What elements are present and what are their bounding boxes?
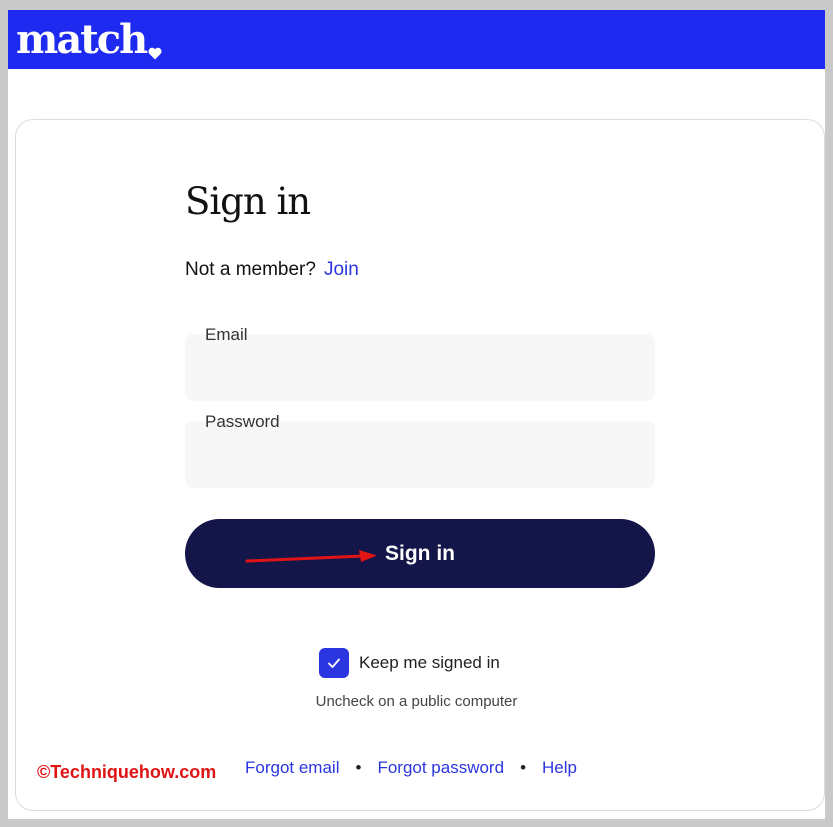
password-field[interactable]: Password — [185, 412, 655, 488]
check-icon — [328, 658, 340, 668]
email-field[interactable]: Email — [185, 325, 655, 401]
public-computer-hint: Uncheck on a public computer — [315, 693, 518, 710]
separator-dot: • — [520, 758, 527, 777]
separator-dot: • — [355, 758, 362, 777]
not-member-text: Not a member? — [185, 259, 316, 280]
member-prompt: Not a member? Join — [185, 259, 359, 281]
help-link[interactable]: Help — [542, 758, 577, 778]
forgot-password-link[interactable]: Forgot password — [377, 758, 504, 778]
join-link[interactable]: Join — [324, 259, 359, 280]
heart-icon — [148, 23, 162, 70]
match-logo[interactable]: match — [16, 10, 162, 69]
page-frame: match Sign in Not a member? Join Email Pa… — [8, 10, 825, 819]
keep-signed-in-checkbox[interactable] — [319, 648, 349, 678]
email-input[interactable] — [185, 334, 655, 401]
red-arrow-annotation — [245, 550, 377, 563]
page-title: Sign in — [185, 180, 311, 223]
keep-signed-in-label: Keep me signed in — [359, 653, 500, 672]
footer-links: Forgot email • Forgot password • Help — [245, 758, 577, 778]
header-bar: match — [8, 10, 825, 69]
logo-text: match — [16, 16, 148, 63]
forgot-email-link[interactable]: Forgot email — [245, 758, 339, 778]
keep-signed-in[interactable]: Keep me signed in — [319, 648, 500, 678]
password-input[interactable] — [185, 421, 655, 488]
signin-button-label: Sign in — [385, 541, 455, 565]
watermark-text: ©Techniquehow.com — [37, 762, 217, 782]
